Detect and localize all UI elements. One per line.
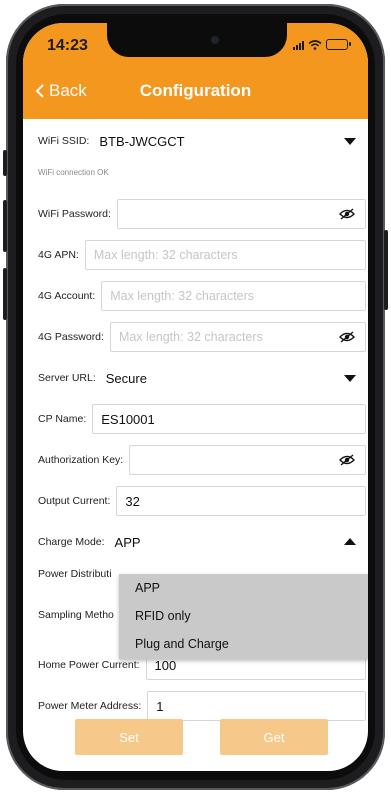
4g-password-field[interactable]: Max length: 32 characters — [109, 322, 366, 352]
cp-name-field[interactable]: ES10001 — [92, 404, 366, 434]
chevron-up-icon — [344, 538, 356, 545]
4g-account-placeholder: Max length: 32 characters — [110, 289, 255, 303]
charge-mode-select[interactable]: APP — [111, 527, 366, 557]
dropdown-option-app[interactable]: APP — [119, 574, 368, 602]
cellular-signal-icon — [293, 40, 304, 50]
authorization-key-field[interactable] — [129, 445, 366, 475]
wifi-ssid-label: WiFi SSID: — [38, 135, 90, 147]
app-header: 14:23 Back Configuration — [23, 23, 368, 119]
4g-account-field[interactable]: Max length: 32 characters — [101, 281, 366, 311]
notch — [107, 23, 287, 57]
4g-password-row: 4G Password: Max length: 32 characters — [38, 322, 366, 352]
set-button[interactable]: Set — [75, 719, 183, 755]
charge-mode-label: Charge Mode: — [38, 536, 105, 548]
4g-password-label: 4G Password: — [38, 331, 104, 343]
battery-icon — [326, 39, 351, 50]
home-power-current-value: 100 — [154, 657, 177, 673]
volume-up-button — [3, 200, 7, 252]
charge-mode-value: APP — [114, 534, 141, 550]
eye-slash-icon[interactable] — [339, 454, 355, 466]
chevron-down-icon — [344, 375, 356, 382]
cp-name-row: CP Name: ES10001 — [38, 404, 366, 434]
wifi-password-field[interactable] — [116, 199, 366, 229]
wifi-password-label: WiFi Password: — [38, 208, 111, 220]
camera-icon — [211, 36, 219, 44]
page-title: Configuration — [139, 81, 252, 100]
charge-mode-row: Charge Mode: APP — [38, 527, 366, 557]
dropdown-option-rfid-only[interactable]: RFID only — [119, 602, 368, 630]
chevron-down-icon — [344, 138, 356, 145]
power-meter-address-label: Power Meter Address: — [38, 700, 142, 712]
power-meter-address-value: 1 — [156, 698, 164, 714]
charge-mode-dropdown: APP RFID only Plug and Charge — [119, 574, 368, 659]
wifi-status-text: WiFi connection OK — [38, 168, 109, 177]
power-meter-address-row: Power Meter Address: 1 — [38, 691, 366, 721]
wifi-icon — [308, 39, 322, 50]
server-url-row: Server URL: Secure — [38, 363, 366, 393]
output-current-field[interactable]: 32 — [116, 486, 366, 516]
app-screen: 14:23 Back Configuration WiFi SSID: BTB-… — [23, 23, 368, 771]
authorization-key-label: Authorization Key: — [38, 454, 124, 466]
power-distribution-label: Power Distributi — [38, 568, 112, 580]
wifi-ssid-row: WiFi SSID: BTB-JWCGCT — [38, 126, 366, 156]
mute-switch — [3, 150, 7, 176]
4g-account-row: 4G Account: Max length: 32 characters — [38, 281, 366, 311]
status-icons — [293, 39, 351, 50]
4g-apn-field[interactable]: Max length: 32 characters — [84, 240, 366, 270]
4g-apn-placeholder: Max length: 32 characters — [93, 248, 238, 262]
4g-password-placeholder: Max length: 32 characters — [118, 330, 263, 344]
cp-name-label: CP Name: — [38, 413, 87, 425]
eye-slash-icon[interactable] — [339, 331, 355, 343]
wifi-password-row: WiFi Password: — [38, 199, 366, 229]
4g-apn-row: 4G APN: Max length: 32 characters — [38, 240, 366, 270]
server-url-value: Secure — [105, 370, 147, 386]
server-url-select[interactable]: Secure — [102, 363, 366, 393]
power-button — [384, 230, 388, 310]
authorization-key-row: Authorization Key: — [38, 445, 366, 475]
cp-name-value: ES10001 — [101, 411, 155, 427]
server-url-label: Server URL: — [38, 372, 96, 384]
output-current-row: Output Current: 32 — [38, 486, 366, 516]
4g-account-label: 4G Account: — [38, 290, 96, 302]
volume-down-button — [3, 268, 7, 320]
4g-apn-label: 4G APN: — [38, 249, 79, 261]
sampling-method-label: Sampling Metho — [38, 609, 114, 621]
get-button[interactable]: Get — [220, 719, 328, 755]
output-current-value: 32 — [125, 493, 140, 509]
wifi-ssid-value: BTB-JWCGCT — [99, 133, 185, 149]
wifi-ssid-select[interactable]: BTB-JWCGCT — [95, 126, 366, 156]
status-time: 14:23 — [47, 37, 88, 54]
power-meter-address-field[interactable]: 1 — [147, 691, 366, 721]
home-power-current-label: Home Power Current: — [38, 659, 140, 671]
dropdown-option-plug-and-charge[interactable]: Plug and Charge — [119, 630, 368, 658]
eye-slash-icon[interactable] — [339, 208, 355, 220]
output-current-label: Output Current: — [38, 495, 111, 507]
